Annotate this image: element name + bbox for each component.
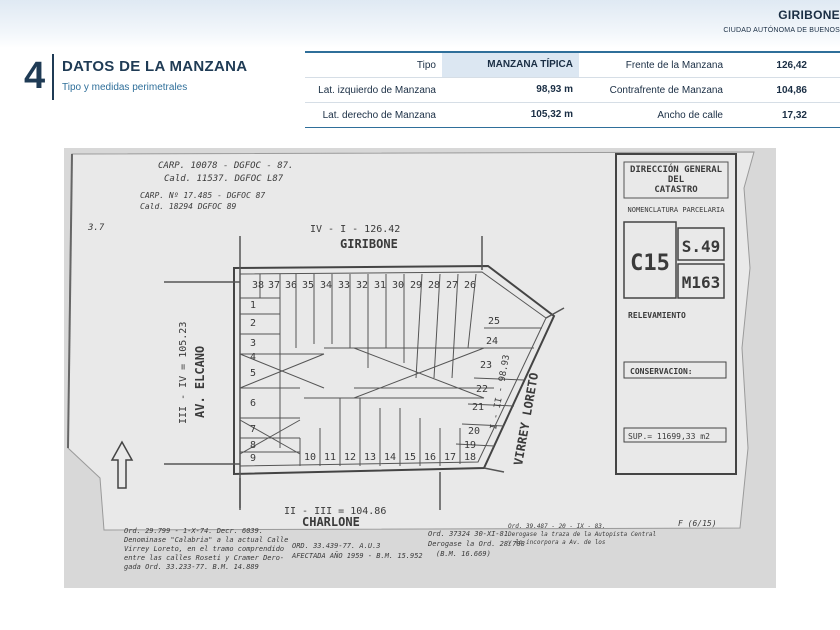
lot-number: 33 bbox=[338, 280, 350, 291]
document-subtitle: CIUDAD AUTÓNOMA DE BUENOS bbox=[723, 27, 840, 34]
note: 3.7 bbox=[87, 223, 105, 233]
lot-number: 21 bbox=[472, 402, 484, 413]
document-header: GIRIBONE CIUDAD AUTÓNOMA DE BUENOS bbox=[723, 8, 840, 34]
lot-number: 1 bbox=[250, 300, 256, 311]
note: Ord. 29.799 - 1-X-74. Decr. 6039. bbox=[124, 527, 263, 535]
cadastral-plan-drawing: GIRIBONE IV - I - 126.42 CHARLONE II - I… bbox=[67, 151, 755, 571]
stamp-title: DIRECCIÓN GENERAL bbox=[630, 163, 723, 175]
lot-number: 31 bbox=[374, 280, 386, 291]
note: CARP. 10078 - DGFOC - 87. bbox=[158, 161, 293, 171]
row-label: Ancho de calle bbox=[657, 109, 723, 121]
note: Derogase la traza de la Autopista Centra… bbox=[507, 531, 656, 538]
top-band bbox=[0, 0, 840, 48]
lot-number: 8 bbox=[250, 440, 256, 451]
table-row: Lat. izquierdo de Manzana 98,93 m Contra… bbox=[305, 78, 840, 103]
lot-number: 24 bbox=[486, 336, 498, 347]
section-title: DATOS DE LA MANZANA bbox=[62, 58, 248, 75]
lot-number: 23 bbox=[480, 360, 492, 371]
lot-number: 7 bbox=[250, 424, 256, 435]
lot-number: 10 bbox=[304, 452, 316, 463]
row-label: Contrafrente de Manzana bbox=[609, 84, 723, 96]
note: Cald. 18294 DGFOC 89 bbox=[140, 202, 237, 211]
lot-number: 16 bbox=[424, 452, 436, 463]
document-title: GIRIBONE bbox=[778, 8, 840, 22]
note: entre las calles Roseti y Cramer Dero- bbox=[124, 554, 284, 562]
lot-number: 19 bbox=[464, 440, 476, 451]
row-value: 98,93 m bbox=[536, 84, 573, 95]
stamp-title: DEL bbox=[668, 175, 685, 185]
lot-number: 13 bbox=[364, 452, 376, 463]
lot-number: 34 bbox=[320, 280, 332, 291]
stamp-superficie: SUP.= 11699,33 m2 bbox=[628, 432, 710, 441]
lot-number: 22 bbox=[476, 384, 488, 395]
lot-number: 27 bbox=[446, 280, 458, 291]
stamp-seccion: S.49 bbox=[682, 237, 721, 256]
lot-number: 14 bbox=[384, 452, 396, 463]
street-label-bottom: CHARLONE bbox=[302, 515, 360, 529]
lot-number: 9 bbox=[250, 453, 256, 464]
note: y lo incorpora a Av. de los bbox=[507, 539, 606, 546]
lot-number: 36 bbox=[285, 280, 297, 291]
lot-number: 12 bbox=[344, 452, 356, 463]
row-value: 104,86 bbox=[776, 84, 807, 96]
left-measure: III - IV = 105.23 bbox=[178, 322, 189, 424]
section-number: 4 bbox=[24, 55, 46, 97]
note: (B.M. 16.669) bbox=[436, 550, 491, 558]
stamp-circunscripcion: C15 bbox=[630, 251, 670, 276]
lot-number: 35 bbox=[302, 280, 314, 291]
note: gada Ord. 33.233-77. B.M. 14.889 bbox=[124, 563, 259, 571]
lot-number: 3 bbox=[250, 338, 256, 349]
lot-number: 30 bbox=[392, 280, 404, 291]
lot-number: 6 bbox=[250, 398, 256, 409]
lot-number: 38 bbox=[252, 280, 264, 291]
lot-number: 5 bbox=[250, 368, 256, 379]
section-divider bbox=[52, 54, 54, 100]
block-data-table: Tipo MANZANA TÍPICA Frente de la Manzana… bbox=[305, 51, 840, 128]
row-value: 17,32 bbox=[781, 109, 807, 121]
lot-number: 11 bbox=[324, 452, 336, 463]
row-label: Frente de la Manzana bbox=[625, 59, 723, 71]
lot-number: 28 bbox=[428, 280, 440, 291]
stamp-nomenclatura: NOMENCLATURA PARCELARIA bbox=[628, 206, 726, 214]
lot-number: 20 bbox=[468, 426, 480, 437]
lot-number: 18 bbox=[464, 452, 476, 463]
row-value: MANZANA TÍPICA bbox=[442, 53, 579, 77]
lot-number: 17 bbox=[444, 452, 456, 463]
row-value: 105,32 m bbox=[530, 109, 573, 120]
lot-number: 29 bbox=[410, 280, 422, 291]
lot-number: 2 bbox=[250, 318, 256, 329]
lot-number: 25 bbox=[488, 316, 500, 327]
row-value: 126,42 bbox=[776, 59, 807, 71]
lot-number: 26 bbox=[464, 280, 476, 291]
lot-number: 15 bbox=[404, 452, 416, 463]
lot-number: 32 bbox=[356, 280, 368, 291]
bottom-measure: II - III = 104.86 bbox=[284, 506, 386, 517]
row-label: Lat. derecho de Manzana bbox=[322, 109, 436, 121]
table-row: Lat. derecho de Manzana 105,32 m Ancho d… bbox=[305, 103, 840, 128]
note: Ord. 39.487 - 20 - IX - 83. bbox=[508, 523, 606, 530]
stamp-relevamiento: RELEVAMIENTO bbox=[628, 311, 686, 320]
stamp-conservacion: CONSERVACION: bbox=[630, 367, 693, 376]
note: ORD. 33.439-77. A.U.3 bbox=[292, 542, 381, 550]
stamp-title: CATASTRO bbox=[654, 185, 698, 195]
table-row: Tipo MANZANA TÍPICA Frente de la Manzana… bbox=[305, 53, 840, 78]
top-measure: IV - I - 126.42 bbox=[310, 224, 400, 235]
note: Ord. 37324 30-XI-81 bbox=[428, 530, 508, 538]
figure-number: F (6/15) bbox=[678, 519, 717, 528]
row-label: Tipo bbox=[416, 59, 436, 71]
lot-number: 4 bbox=[250, 352, 256, 363]
lot-number: 37 bbox=[268, 280, 280, 291]
note: Cald. 11537. DGFOC L87 bbox=[164, 174, 284, 184]
stamp-manzana: M163 bbox=[682, 273, 721, 292]
note: Denominase "Calabria" a la actual Calle bbox=[123, 536, 288, 544]
note: AFECTADA AÑO 1959 - B.M. 15.952 bbox=[291, 551, 423, 560]
section-subtitle: Tipo y medidas perimetrales bbox=[62, 82, 188, 93]
note: CARP. Nº 17.485 - DGFOC 87 bbox=[140, 191, 265, 200]
street-label-left: AV. ELCANO bbox=[193, 346, 207, 418]
street-label-top: GIRIBONE bbox=[340, 237, 398, 251]
cadastral-plan-scan: GIRIBONE IV - I - 126.42 CHARLONE II - I… bbox=[64, 148, 776, 588]
row-label: Lat. izquierdo de Manzana bbox=[318, 84, 436, 96]
note: Virrey Loreto, en el tramo comprendido bbox=[124, 545, 284, 553]
